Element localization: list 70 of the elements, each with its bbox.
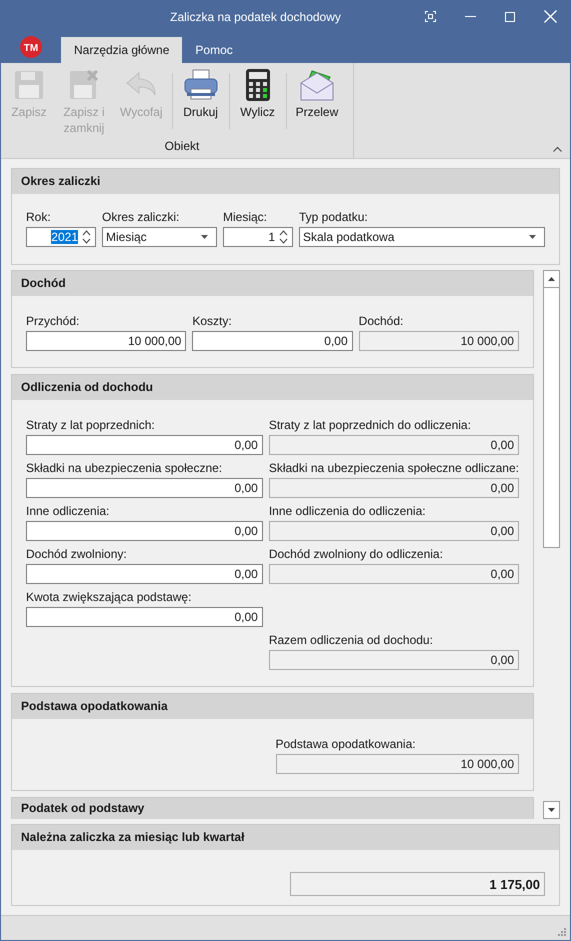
input-field[interactable]: 0,00 bbox=[26, 435, 263, 455]
input-field: 10 000,00 bbox=[276, 754, 519, 774]
maximize-icon[interactable] bbox=[505, 12, 515, 22]
collapse-ribbon-icon[interactable] bbox=[553, 146, 562, 152]
scroll-up-button[interactable] bbox=[543, 270, 560, 288]
field-label: Miesiąc: bbox=[223, 210, 268, 224]
resize-grip-icon[interactable] bbox=[557, 927, 566, 936]
input-field[interactable]: 0,00 bbox=[26, 607, 263, 627]
input-field: 0,00 bbox=[268, 564, 519, 584]
envelope-money-icon bbox=[300, 69, 334, 101]
spin-field[interactable]: 2021 bbox=[26, 227, 96, 247]
field-label: Koszty: bbox=[192, 314, 233, 328]
section-header: Podatek od podstawy bbox=[12, 798, 533, 819]
ribbon-button[interactable]: Wylicz bbox=[234, 69, 282, 120]
input-field[interactable]: 10 000,00 bbox=[26, 331, 186, 351]
field-label: Podstawa opodatkowania: bbox=[276, 737, 417, 751]
input-field: 1 175,00 bbox=[290, 872, 545, 896]
input-field[interactable]: 0,00 bbox=[26, 478, 263, 498]
spin-field[interactable]: 1 bbox=[223, 227, 293, 247]
ribbon-group-label: Obiekt bbox=[164, 139, 200, 153]
dropdown-caret-icon[interactable] bbox=[201, 235, 208, 239]
close-icon[interactable] bbox=[544, 10, 556, 23]
section-header: Okres zaliczki bbox=[12, 169, 559, 194]
floppy-disk-cross-icon bbox=[69, 69, 99, 101]
spin-arrows-icon[interactable] bbox=[279, 230, 288, 244]
field-label: Straty z lat poprzednich do odliczenia: bbox=[268, 418, 472, 432]
field-label: Okres zaliczki: bbox=[102, 210, 180, 224]
field-label: Rok: bbox=[26, 210, 52, 224]
field-label: Inne odliczenia: bbox=[26, 504, 110, 518]
dropdown-caret-icon[interactable] bbox=[529, 235, 536, 239]
input-field: 0,00 bbox=[268, 650, 519, 670]
section-header: Należna zaliczka za miesiąc lub kwartał bbox=[12, 825, 559, 850]
ribbon-button[interactable]: Przelew bbox=[290, 69, 344, 120]
window-title: Zaliczka na podatek dochodowy bbox=[169, 10, 342, 24]
ribbon-tab[interactable]: Pomoc bbox=[182, 37, 246, 63]
app-logo-icon: TM bbox=[19, 35, 43, 59]
scroll-down-button[interactable] bbox=[543, 801, 560, 819]
section-header: Odliczenia od dochodu bbox=[12, 375, 533, 400]
field-label: Dochód zwolniony: bbox=[26, 547, 128, 561]
spin-arrows-icon[interactable] bbox=[82, 230, 91, 244]
up-triangle-icon bbox=[548, 277, 555, 281]
input-field: 10 000,00 bbox=[358, 331, 519, 351]
printer-icon bbox=[184, 69, 218, 101]
down-triangle-icon bbox=[548, 808, 555, 812]
input-field: 0,00 bbox=[268, 435, 519, 455]
ribbon-button[interactable]: Drukuj bbox=[176, 69, 225, 120]
focus-frame-icon[interactable] bbox=[424, 11, 436, 22]
field-label: Typ podatku: bbox=[299, 210, 369, 224]
calculator-icon bbox=[246, 69, 270, 101]
input-field: 0,00 bbox=[268, 521, 519, 541]
field-label: Składki na ubezpieczenia społeczne: bbox=[26, 461, 224, 475]
field-label: Straty z lat poprzednich: bbox=[26, 418, 156, 432]
ribbon-tab[interactable]: Narzędzia główne bbox=[61, 37, 182, 63]
scrollbar-thumb[interactable] bbox=[543, 288, 560, 548]
section-header: Dochód bbox=[12, 271, 533, 296]
field-label: Inne odliczenia do odliczenia: bbox=[268, 504, 427, 518]
input-field[interactable]: 0,00 bbox=[192, 331, 353, 351]
input-field[interactable]: 0,00 bbox=[26, 564, 263, 584]
field-label: Przychód: bbox=[26, 314, 80, 328]
section-header: Podstawa opodatkowania bbox=[12, 694, 533, 719]
field-label: Kwota zwiększająca podstawę: bbox=[26, 590, 192, 604]
field-label: Razem odliczenia od dochodu: bbox=[268, 633, 434, 647]
field-label: Dochód: bbox=[358, 314, 404, 328]
dropdown-field[interactable]: Skala podatkowa bbox=[299, 227, 545, 247]
field-label: Dochód zwolniony do odliczenia: bbox=[268, 547, 444, 561]
dropdown-field[interactable]: Miesiąc bbox=[102, 227, 217, 247]
input-field: 0,00 bbox=[268, 478, 519, 498]
input-field[interactable]: 0,00 bbox=[26, 521, 263, 541]
minimize-icon[interactable] bbox=[464, 16, 476, 17]
field-label: Składki na ubezpieczenia społeczne odliczane: bbox=[268, 461, 519, 475]
